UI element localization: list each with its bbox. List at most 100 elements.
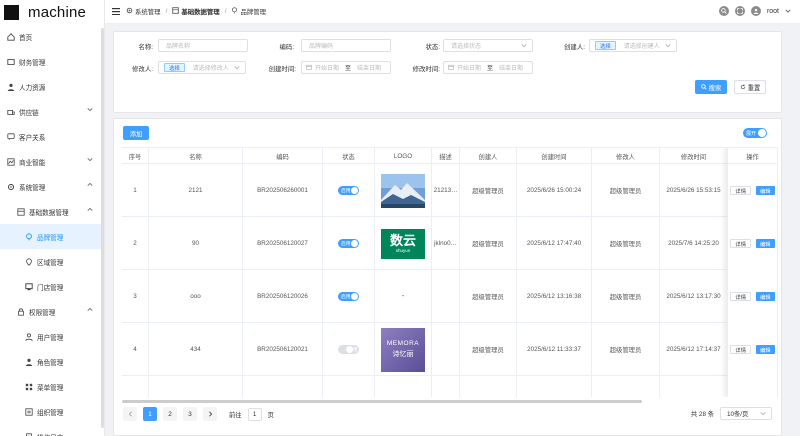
cell-created: 2025/6/26 15:00:24: [517, 164, 592, 217]
sidebar-item[interactable]: 菜单管理: [0, 374, 104, 399]
creator-select-tag[interactable]: 选择: [595, 41, 616, 50]
created-date-range[interactable]: 开始日期 至 结束日期: [301, 61, 391, 74]
header-col-code: 编码: [243, 148, 323, 164]
sidebar-item[interactable]: 门店管理: [0, 274, 104, 299]
detail-button[interactable]: 详情: [730, 186, 751, 195]
sidebar-item[interactable]: 操作日志: [0, 424, 104, 436]
sidebar-item-label: 供应链: [19, 109, 39, 117]
avatar[interactable]: [750, 6, 761, 16]
cell-code: BR202506120026: [243, 270, 323, 323]
header-col-logo: LOGO: [375, 148, 432, 164]
sidebar-item[interactable]: 用户管理: [0, 324, 104, 349]
page-size-select[interactable]: 10条/页: [720, 407, 772, 420]
sidebar-item[interactable]: 权限管理: [0, 299, 104, 324]
brand-logo-image[interactable]: MEMORA 诗忆丽: [381, 327, 425, 372]
search-icon: [700, 84, 707, 90]
cell-created: 2025/6/12 17:47:40: [517, 217, 592, 270]
expand-toggle[interactable]: 展开: [743, 128, 767, 138]
chevron-down-icon: [521, 43, 527, 50]
modifier-select[interactable]: 选择 请选择修改人: [158, 61, 246, 74]
refresh-icon: [740, 84, 746, 90]
cell-modified: 2025/6/26 15:53:15: [660, 164, 728, 217]
sidebar-item[interactable]: 品牌管理: [0, 224, 104, 249]
breadcrumb-item[interactable]: 系统管理: [135, 7, 161, 16]
cell-creator: 超级管理员: [460, 323, 517, 376]
next-page-button[interactable]: [203, 407, 217, 421]
topbar-right: root: [718, 6, 791, 16]
status-select[interactable]: 请选择状态: [443, 39, 533, 52]
page-3[interactable]: 3: [183, 407, 197, 421]
sidebar-item[interactable]: 客户关系: [0, 124, 104, 149]
sidebar-item[interactable]: 角色管理: [0, 349, 104, 374]
code-input[interactable]: 品牌编码: [301, 39, 391, 52]
horizontal-scrollbar[interactable]: [122, 400, 642, 403]
search-icon[interactable]: [718, 6, 729, 16]
page-2[interactable]: 2: [163, 407, 177, 421]
sidebar-item[interactable]: 供应链: [0, 99, 104, 124]
sidebar-item-label: 角色管理: [37, 359, 64, 367]
search-button[interactable]: 搜索: [695, 80, 727, 94]
sidebar-item[interactable]: 人力资源: [0, 74, 104, 99]
breadcrumb-item[interactable]: 基础数据管理: [181, 7, 219, 16]
detail-button[interactable]: 详情: [730, 345, 751, 354]
people-icon: [7, 83, 15, 91]
brand-logo-image[interactable]: [381, 173, 425, 208]
page-1[interactable]: 1: [143, 407, 157, 421]
sidebar-item[interactable]: 商业智能: [0, 149, 104, 174]
table-row: 4434BR202506120021停用MEMORA诗忆丽超级管理员2025/6…: [122, 323, 778, 376]
chevron-up-icon: [87, 207, 95, 215]
reset-button[interactable]: 重置: [734, 80, 766, 94]
status-switch[interactable]: 启用: [338, 186, 359, 195]
modified-date-range[interactable]: 开始日期 至 结束日期: [443, 61, 533, 74]
app-logo[interactable]: machine: [0, 0, 104, 24]
name-input[interactable]: 品牌名称: [158, 39, 248, 52]
add-button[interactable]: 添加: [123, 126, 149, 140]
fullscreen-icon[interactable]: [734, 6, 745, 16]
logo-text: 数云: [389, 233, 416, 248]
start-date-placeholder: 开始日期: [315, 66, 340, 72]
collapse-menu-icon[interactable]: [112, 8, 120, 15]
detail-button[interactable]: 详情: [730, 292, 751, 301]
name-label: 名称:: [138, 44, 153, 51]
edit-button[interactable]: 编辑: [756, 292, 775, 301]
username[interactable]: root: [767, 8, 779, 15]
creator-select[interactable]: 选择 请选择创建人: [589, 39, 677, 52]
sidebar-item[interactable]: 基础数据管理: [0, 199, 104, 224]
sidebar-item[interactable]: 首页: [0, 24, 104, 49]
sidebar-item[interactable]: 系统管理: [0, 174, 104, 199]
finance-icon: [7, 58, 15, 66]
status-switch[interactable]: 停用: [338, 345, 359, 354]
goto-page-input[interactable]: 1: [247, 407, 262, 421]
code-label: 编码:: [279, 44, 294, 51]
table-card: 添加 展开 序号 名称 编码 状态 LOGO 描述 创建人 创建时间 修改人 修改时间 操作 1 21…: [113, 118, 782, 436]
chevron-down-icon[interactable]: [785, 8, 791, 15]
edit-button[interactable]: 编辑: [756, 345, 775, 354]
bulb-icon: [25, 232, 33, 241]
calendar-icon: [448, 64, 454, 72]
status-switch[interactable]: 启用: [338, 292, 359, 301]
detail-button[interactable]: 详情: [730, 239, 751, 248]
sidebar-scrollbar[interactable]: [101, 28, 104, 428]
modifier-select-tag[interactable]: 选择: [164, 63, 185, 72]
edit-button[interactable]: 编辑: [756, 239, 775, 248]
header-col-modified: 修改时间: [660, 148, 728, 164]
switch-knob: [351, 240, 358, 247]
sidebar-item[interactable]: 区域管理: [0, 249, 104, 274]
data-icon: [172, 7, 180, 16]
lock-icon: [17, 307, 25, 316]
cell-name: 90: [149, 217, 243, 270]
breadcrumb-separator: /: [224, 8, 227, 15]
cell-modifier: 超级管理员: [592, 270, 660, 323]
sidebar-item-label: 首页: [19, 34, 33, 42]
cell-logo: 数云 shuyun: [375, 217, 432, 270]
pagination: 1 2 3 前往 1 页: [123, 407, 274, 421]
chevron-down-icon: [87, 157, 95, 165]
sidebar-item[interactable]: 组织管理: [0, 399, 104, 424]
status-switch[interactable]: 启用: [338, 239, 359, 248]
prev-page-button[interactable]: [123, 407, 137, 421]
brand-logo-image[interactable]: 数云 shuyun: [381, 228, 425, 259]
edit-button[interactable]: 编辑: [756, 186, 775, 195]
sidebar-item[interactable]: 财务管理: [0, 49, 104, 74]
cell-created: 2025/6/12 11:33:37: [517, 323, 592, 376]
cell-creator: 超级管理员: [460, 376, 517, 397]
